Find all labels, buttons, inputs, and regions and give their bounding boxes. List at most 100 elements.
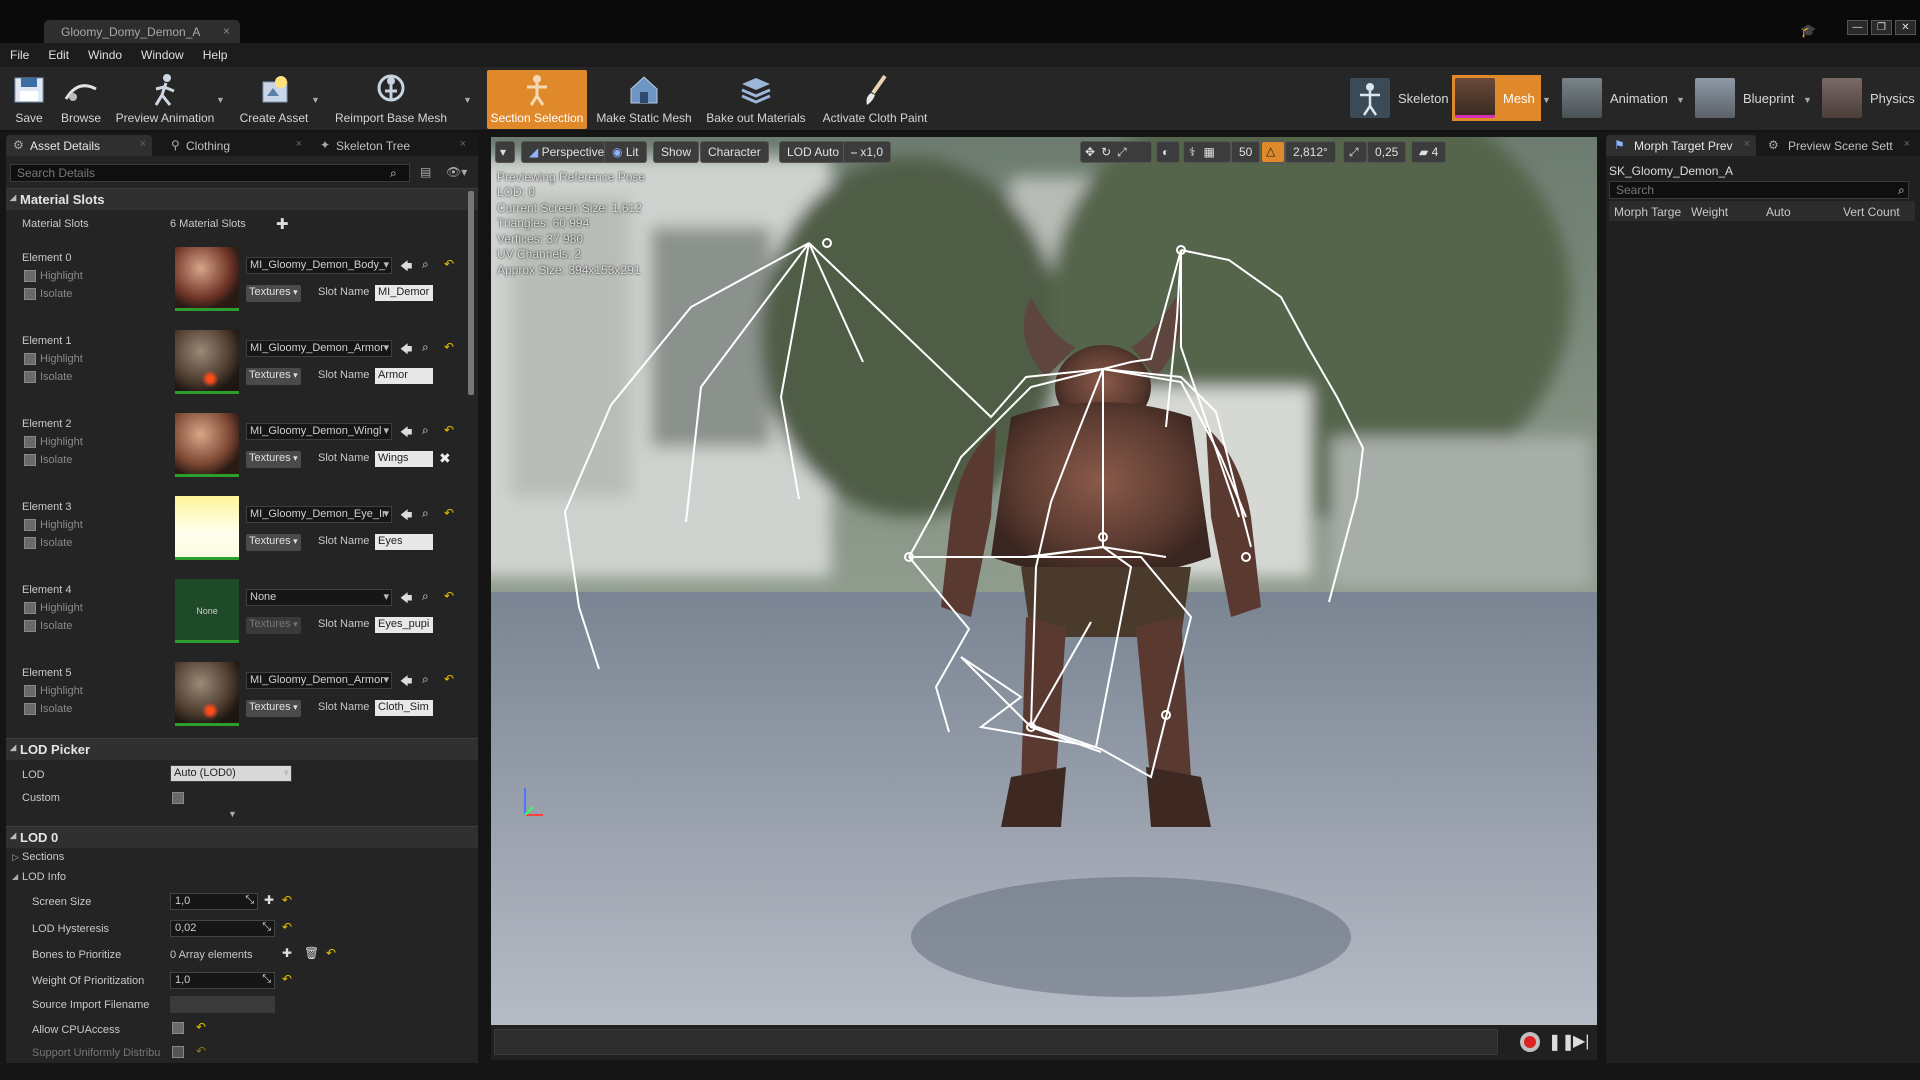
highlight-checkbox[interactable] xyxy=(24,353,36,365)
close-skeleton-tree-icon[interactable]: × xyxy=(460,138,466,150)
browse-magnifier-icon[interactable]: ⌕ xyxy=(422,423,429,438)
close-morph-tab-icon[interactable]: × xyxy=(1744,138,1750,150)
screen-size-field[interactable]: 1,0 xyxy=(170,893,258,910)
create-asset-button[interactable]: Create Asset xyxy=(238,67,310,129)
playback-speed-button[interactable]: ⎯ x1,0 xyxy=(843,141,892,163)
bake-out-materials-button[interactable]: Bake out Materials xyxy=(704,67,808,129)
save-button[interactable]: Save xyxy=(10,67,48,129)
rotate-icon[interactable]: ↻ xyxy=(1101,145,1117,159)
step-forward-icon[interactable]: ▶| xyxy=(1573,1031,1589,1051)
search-details-input[interactable]: Search Details xyxy=(10,164,410,182)
mode-blueprint[interactable]: Blueprint xyxy=(1695,75,1794,121)
highlight-checkbox[interactable] xyxy=(24,436,36,448)
material-slots-header[interactable]: Material Slots xyxy=(6,188,478,210)
reset-arrow-icon[interactable]: ↶ xyxy=(196,1020,206,1034)
col-vert-count[interactable]: Vert Count xyxy=(1843,205,1900,219)
mode-mesh[interactable]: Mesh xyxy=(1452,75,1541,121)
material-dropdown[interactable]: MI_Gloomy_Demon_Wingl xyxy=(246,423,392,440)
close-tab-icon[interactable]: × xyxy=(223,24,230,38)
menu-window[interactable]: Window xyxy=(141,48,184,62)
isolate-checkbox[interactable] xyxy=(24,620,36,632)
sections-expand-icon[interactable]: ▷ xyxy=(12,852,19,863)
create-asset-dropdown-icon[interactable]: ▼ xyxy=(311,95,320,105)
close-scene-tab-icon[interactable]: × xyxy=(1904,138,1910,150)
move-icon[interactable]: ✥ xyxy=(1085,145,1101,159)
browse-magnifier-icon[interactable]: ⌕ xyxy=(422,589,429,604)
slot-name-field[interactable]: Wings xyxy=(375,451,433,467)
viewport-options-button[interactable]: ▾ xyxy=(495,141,515,163)
document-tab[interactable]: Gloomy_Domy_Demon_A × xyxy=(44,20,240,43)
morph-search-input[interactable]: Search xyxy=(1609,181,1909,199)
col-weight[interactable]: Weight xyxy=(1691,205,1728,219)
use-selected-arrow-icon[interactable]: 🡄 xyxy=(400,589,412,610)
browse-magnifier-icon[interactable]: ⌕ xyxy=(422,340,429,355)
reset-arrow-icon[interactable]: ↶ xyxy=(444,506,454,520)
search-icon[interactable]: ⌕ xyxy=(1898,183,1905,198)
use-selected-arrow-icon[interactable]: 🡄 xyxy=(400,506,412,527)
textures-dropdown[interactable]: Textures xyxy=(246,700,301,717)
weight-prioritization-field[interactable]: 1,0 xyxy=(170,972,275,989)
use-selected-arrow-icon[interactable]: 🡄 xyxy=(400,340,412,361)
blueprint-mode-dropdown-icon[interactable]: ▼ xyxy=(1803,95,1812,105)
tab-asset-details[interactable]: ⚙ Asset Details × xyxy=(6,135,152,156)
material-dropdown[interactable]: MI_Gloomy_Demon_Armor xyxy=(246,672,392,689)
expand-arrow-icon[interactable]: ▼ xyxy=(228,809,237,819)
tab-skeleton-tree[interactable]: ✦ Skeleton Tree × xyxy=(312,135,472,156)
mesh-mode-dropdown-icon[interactable]: ▼ xyxy=(1542,95,1551,105)
mode-skeleton[interactable]: Skeleton xyxy=(1350,75,1449,121)
textures-dropdown[interactable]: Textures xyxy=(246,534,301,551)
highlight-checkbox[interactable] xyxy=(24,685,36,697)
surface-snap-icon[interactable]: ⚕ xyxy=(1189,145,1204,159)
reimport-dropdown-icon[interactable]: ▼ xyxy=(463,95,472,105)
browse-magnifier-icon[interactable]: ⌕ xyxy=(422,506,429,521)
tab-morph-target-preview[interactable]: ⚑ Morph Target Prev × xyxy=(1606,135,1756,156)
reset-arrow-icon[interactable]: ↶ xyxy=(444,340,454,354)
timeline-scrubber[interactable] xyxy=(494,1029,1498,1055)
reset-arrow-icon[interactable]: ↶ xyxy=(282,893,292,907)
preview-animation-dropdown-icon[interactable]: ▼ xyxy=(216,95,225,105)
lit-button[interactable]: ◉ Lit xyxy=(604,141,647,163)
custom-checkbox[interactable] xyxy=(172,792,184,804)
reset-arrow-icon[interactable]: ↶ xyxy=(282,972,292,986)
isolate-checkbox[interactable] xyxy=(24,371,36,383)
menu-file[interactable]: File xyxy=(10,48,29,62)
grid-snap-value[interactable]: 50 xyxy=(1231,141,1261,163)
use-selected-arrow-icon[interactable]: 🡄 xyxy=(400,423,412,444)
eye-visibility-icon[interactable]: 👁▾ xyxy=(446,165,467,179)
lod-auto-button[interactable]: LOD Auto xyxy=(779,141,848,163)
list-view-icon[interactable]: ▤ xyxy=(420,165,431,179)
col-morph-target[interactable]: Morph Targe xyxy=(1614,205,1681,219)
slot-name-field[interactable]: Cloth_Sim xyxy=(375,700,433,716)
slot-name-field[interactable]: Eyes_pupi xyxy=(375,617,433,633)
textures-dropdown[interactable]: Textures xyxy=(246,368,301,385)
close-window-button[interactable]: ✕ xyxy=(1895,20,1916,35)
sections-label[interactable]: Sections xyxy=(22,851,64,863)
material-thumbnail[interactable] xyxy=(175,330,239,394)
slot-name-field[interactable]: Armor xyxy=(375,368,433,384)
isolate-checkbox[interactable] xyxy=(24,537,36,549)
material-dropdown[interactable]: MI_Gloomy_Demon_Eye_Ir xyxy=(246,506,392,523)
browse-magnifier-icon[interactable]: ⌕ xyxy=(422,672,429,687)
highlight-checkbox[interactable] xyxy=(24,270,36,282)
menu-edit[interactable]: Edit xyxy=(48,48,69,62)
transform-tools-group[interactable]: ✥↻⤢ xyxy=(1080,141,1152,163)
textures-dropdown[interactable]: Textures xyxy=(246,285,301,302)
scale-snap-value[interactable]: 0,25 xyxy=(1367,141,1407,163)
close-clothing-icon[interactable]: × xyxy=(296,138,302,150)
close-asset-details-icon[interactable]: × xyxy=(140,138,146,150)
material-thumbnail[interactable] xyxy=(175,496,239,560)
record-button[interactable] xyxy=(1520,1032,1540,1052)
mode-physics[interactable]: Physics xyxy=(1822,75,1915,121)
add-slot-icon[interactable]: ✚ xyxy=(276,215,289,233)
support-uniformly-checkbox[interactable] xyxy=(172,1046,184,1058)
use-selected-arrow-icon[interactable]: 🡄 xyxy=(400,672,412,693)
allow-cpu-access-checkbox[interactable] xyxy=(172,1022,184,1034)
make-static-mesh-button[interactable]: Make Static Mesh xyxy=(596,67,692,129)
reset-arrow-icon[interactable]: ↶ xyxy=(444,257,454,271)
highlight-checkbox[interactable] xyxy=(24,602,36,614)
reset-arrow-icon[interactable]: ↶ xyxy=(444,672,454,686)
lod-picker-header[interactable]: LOD Picker xyxy=(6,738,478,760)
trash-icon[interactable]: 🗑 xyxy=(304,946,319,960)
tab-clothing[interactable]: ⚲ Clothing × xyxy=(162,135,308,156)
lod0-header[interactable]: LOD 0 xyxy=(6,826,478,848)
